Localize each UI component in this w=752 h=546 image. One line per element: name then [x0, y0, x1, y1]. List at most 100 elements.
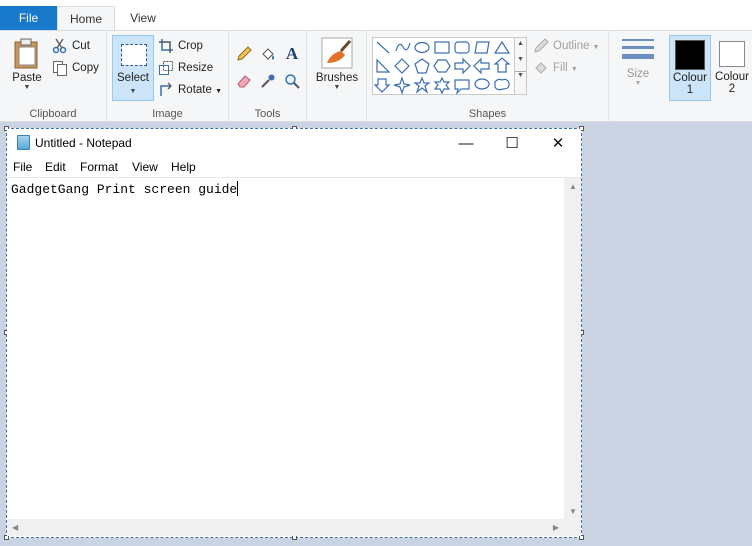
scrollbar-corner [564, 519, 581, 536]
colour2-swatch [719, 41, 745, 67]
paste-button[interactable]: Paste ▼ [8, 37, 46, 92]
fill-button[interactable]: Fill ▼ [533, 58, 578, 78]
eraser-tool[interactable] [234, 71, 254, 91]
horizontal-scrollbar: ◀ ▶ [7, 519, 564, 536]
shapes-gallery [372, 37, 515, 95]
clipboard-icon [14, 38, 38, 69]
chevron-down-icon[interactable]: ▼ [113, 88, 153, 95]
chevron-down-icon[interactable]: ▼ [515, 56, 526, 63]
group-shapes: ▲ ▼ ▼ Outline ▼ Fill ▼ Shapes [367, 31, 609, 122]
group-tools: A Tools [229, 31, 307, 122]
shapes-scrollbar[interactable]: ▲ ▼ ▼ [515, 37, 527, 95]
image-group-label: Image [152, 108, 183, 120]
menu-view: View [132, 160, 158, 174]
close-icon: ✕ [551, 135, 565, 152]
colour1-button[interactable]: Colour 1 [669, 35, 711, 101]
copy-icon [53, 60, 67, 76]
group-size: Size ▼ [609, 31, 667, 122]
ribbon: Paste ▼ Cut Copy Clipboard Select ▼ Crop… [0, 30, 752, 122]
maximize-icon: ☐ [505, 135, 519, 152]
tools-group-label: Tools [254, 108, 281, 120]
chevron-up-icon: ▲ [569, 182, 577, 191]
chevron-down-icon: ▼ [333, 84, 341, 91]
outline-label: Outline [553, 40, 590, 52]
size-label: Size [626, 68, 650, 80]
chevron-down-icon: ▼ [592, 44, 600, 51]
magnifier-tool[interactable] [282, 71, 302, 91]
magnifier-icon [285, 74, 300, 89]
resize-label: Resize [178, 62, 214, 74]
notepad-titlebar: Untitled - Notepad — ☐ ✕ [7, 129, 581, 157]
colour1-swatch [675, 40, 705, 70]
ribbon-tab-bar: File Home View [0, 0, 752, 31]
outline-pen-icon [534, 38, 549, 53]
chevron-down-icon: ▼ [215, 88, 223, 95]
fill-tool[interactable] [258, 44, 278, 64]
notepad-image: Untitled - Notepad — ☐ ✕ File Edit Forma… [7, 129, 581, 536]
cut-label: Cut [72, 40, 90, 52]
select-rectangle-icon [121, 44, 147, 66]
minimize-icon: — [458, 134, 474, 152]
notepad-title: Untitled - Notepad [35, 136, 132, 150]
shapes-group-label: Shapes [468, 108, 507, 120]
chevron-down-icon: ▼ [23, 84, 31, 91]
line-size-icon [622, 39, 654, 59]
vertical-scrollbar: ▲ ▼ [564, 178, 581, 520]
group-image: Select ▼ Crop Resize Rotate ▼ Image [107, 31, 229, 122]
tab-view[interactable]: View [118, 6, 168, 30]
chevron-up-icon[interactable]: ▲ [515, 40, 526, 47]
notepad-icon [17, 135, 30, 150]
colour2-button[interactable]: Colour 2 [712, 35, 752, 101]
gallery-expand-icon[interactable]: ▼ [515, 71, 526, 79]
menu-file: File [13, 160, 33, 174]
rotate-icon [160, 82, 172, 96]
tab-file[interactable]: File [0, 6, 57, 30]
minimize-button: — [443, 129, 489, 157]
notepad-menubar: File Edit Format View Help [7, 157, 581, 177]
outline-button[interactable]: Outline ▼ [533, 36, 600, 56]
menu-format: Format [80, 160, 119, 174]
colour1-label: Colour [673, 72, 707, 84]
paste-label: Paste [12, 72, 42, 84]
text-cursor [237, 181, 239, 196]
cut-button[interactable]: Cut [52, 36, 90, 56]
tab-home[interactable]: Home [57, 6, 115, 31]
notepad-text-area: GadgetGang Print screen guide ▲ ▼ ◀ ▶ [7, 177, 581, 536]
group-brushes: Brushes ▼ [307, 31, 367, 122]
menu-edit: Edit [45, 160, 66, 174]
group-clipboard: Paste ▼ Cut Copy Clipboard [0, 31, 107, 122]
notepad-text-wrap: GadgetGang Print screen guide [11, 181, 239, 197]
pencil-tool[interactable] [234, 44, 254, 64]
colour2-number: 2 [728, 83, 736, 95]
brushes-label: Brushes [315, 72, 359, 84]
copy-button[interactable]: Copy [52, 58, 99, 78]
colour2-label: Colour [715, 71, 749, 83]
fill-bucket-icon [535, 62, 547, 74]
select-label: Select [117, 72, 149, 84]
menu-help: Help [171, 160, 196, 174]
shapes-icons [373, 40, 511, 95]
select-button[interactable]: Select ▼ [112, 35, 154, 101]
paint-bucket-icon [262, 48, 274, 60]
text-a-icon: A [285, 44, 299, 63]
eyedropper-icon [261, 74, 275, 88]
copy-label: Copy [72, 62, 99, 74]
eraser-icon [237, 75, 251, 88]
color-picker-tool[interactable] [258, 71, 278, 91]
chevron-right-icon: ▶ [552, 523, 559, 532]
brush-icon [321, 37, 353, 69]
text-tool[interactable]: A [282, 44, 302, 64]
brushes-button[interactable]: Brushes ▼ [314, 37, 360, 92]
resize-icon [159, 60, 173, 75]
resize-button[interactable]: Resize [158, 58, 213, 78]
size-button[interactable]: Size ▼ [617, 37, 659, 88]
chevron-left-icon: ◀ [12, 523, 19, 532]
crop-label: Crop [178, 40, 203, 52]
notepad-text: GadgetGang Print screen guide [11, 182, 238, 197]
maximize-button: ☐ [489, 129, 535, 157]
crop-button[interactable]: Crop [158, 36, 203, 56]
fill-label: Fill [553, 62, 568, 74]
rotate-button[interactable]: Rotate ▼ [158, 80, 222, 100]
pencil-icon [237, 46, 252, 61]
chevron-down-icon: ▼ [570, 66, 578, 73]
